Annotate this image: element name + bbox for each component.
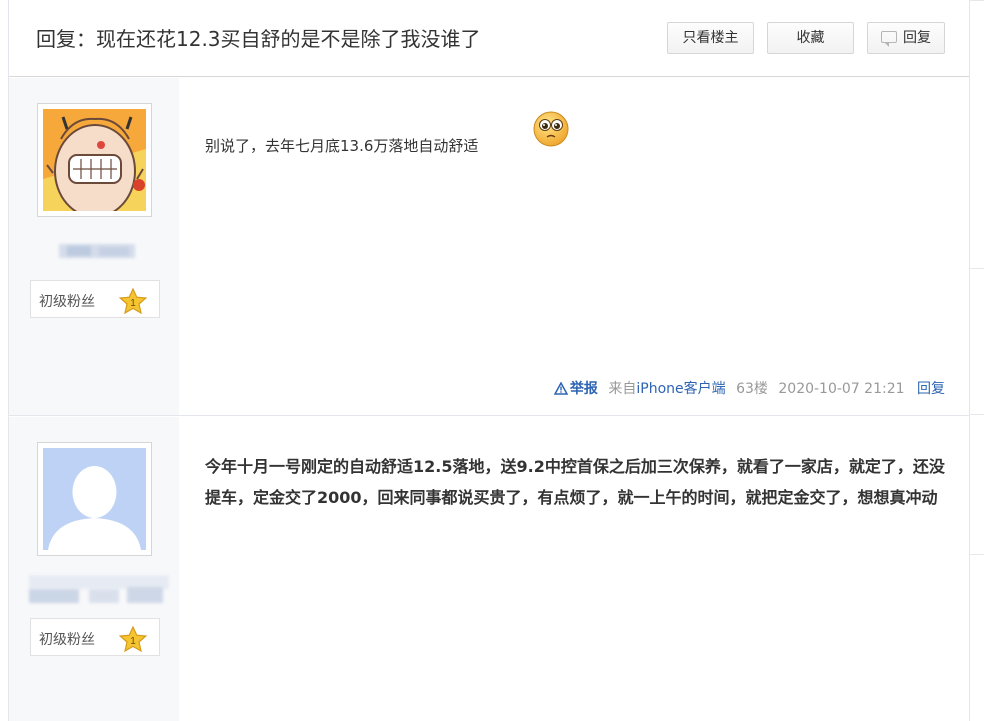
favorite-button[interactable]: 收藏 — [767, 22, 854, 54]
reply-button-label: 回复 — [903, 30, 931, 46]
author-column: 初级粉丝 1 — [9, 417, 179, 721]
comment-icon — [881, 31, 897, 47]
right-scroll-strip — [970, 0, 984, 721]
only-owner-button[interactable]: 只看楼主 — [667, 22, 754, 54]
source-client-link[interactable]: iPhone客户端 — [636, 381, 725, 397]
blurred-username[interactable] — [9, 575, 169, 607]
svg-text:1: 1 — [130, 636, 136, 647]
avatar-image — [43, 109, 146, 211]
user-level-badge[interactable]: 初级粉丝 1 — [30, 618, 160, 656]
default-avatar-image — [43, 448, 146, 550]
reply-button[interactable]: 回复 — [867, 22, 945, 54]
thread-frame: 回复：现在还花12.3买自舒的是不是除了我没谁了 只看楼主 收藏 回复 初级粉丝… — [8, 0, 970, 721]
thread-header: 回复：现在还花12.3买自舒的是不是除了我没谁了 只看楼主 收藏 回复 — [9, 0, 969, 77]
post-time: 2020-10-07 21:21 — [778, 381, 905, 397]
author-column: 初级粉丝 1 — [9, 78, 179, 415]
avatar[interactable] — [37, 103, 152, 217]
svg-text:1: 1 — [130, 298, 136, 309]
warning-icon — [553, 381, 569, 395]
post-64: 初级粉丝 1 今年十月一号刚定的自动舒适12.5落地，送9.2中控首保之后加三次… — [9, 417, 969, 721]
source-text: 来自iPhone客户端 — [608, 381, 726, 397]
user-level-label: 初级粉丝 — [39, 294, 95, 310]
report-label: 举报 — [569, 381, 598, 397]
thread-title: 回复：现在还花12.3买自舒的是不是除了我没谁了 — [36, 27, 481, 51]
post-content: 今年十月一号刚定的自动舒适12.5落地，送9.2中控首保之后加三次保养，就看了一… — [205, 457, 945, 507]
post-63: 初级粉丝 1 别说了，去年七月底13.6万落地自动舒适 举报 来自iPhone客… — [9, 78, 969, 416]
level-star-icon: 1 — [119, 288, 147, 314]
user-level-label: 初级粉丝 — [39, 632, 95, 648]
reply-link[interactable]: 回复 — [917, 381, 945, 397]
blurred-username[interactable] — [59, 244, 135, 260]
emoji-icon — [533, 111, 569, 147]
floor-number: 63楼 — [736, 381, 768, 397]
level-star-icon: 1 — [119, 626, 147, 652]
avatar[interactable] — [37, 442, 152, 556]
report-link[interactable]: 举报 — [553, 381, 598, 397]
post-meta: 举报 来自iPhone客户端 63楼 2020-10-07 21:21 回复 — [548, 378, 945, 398]
post-content: 别说了，去年七月底13.6万落地自动舒适 — [205, 137, 479, 155]
user-level-badge[interactable]: 初级粉丝 1 — [30, 280, 160, 318]
